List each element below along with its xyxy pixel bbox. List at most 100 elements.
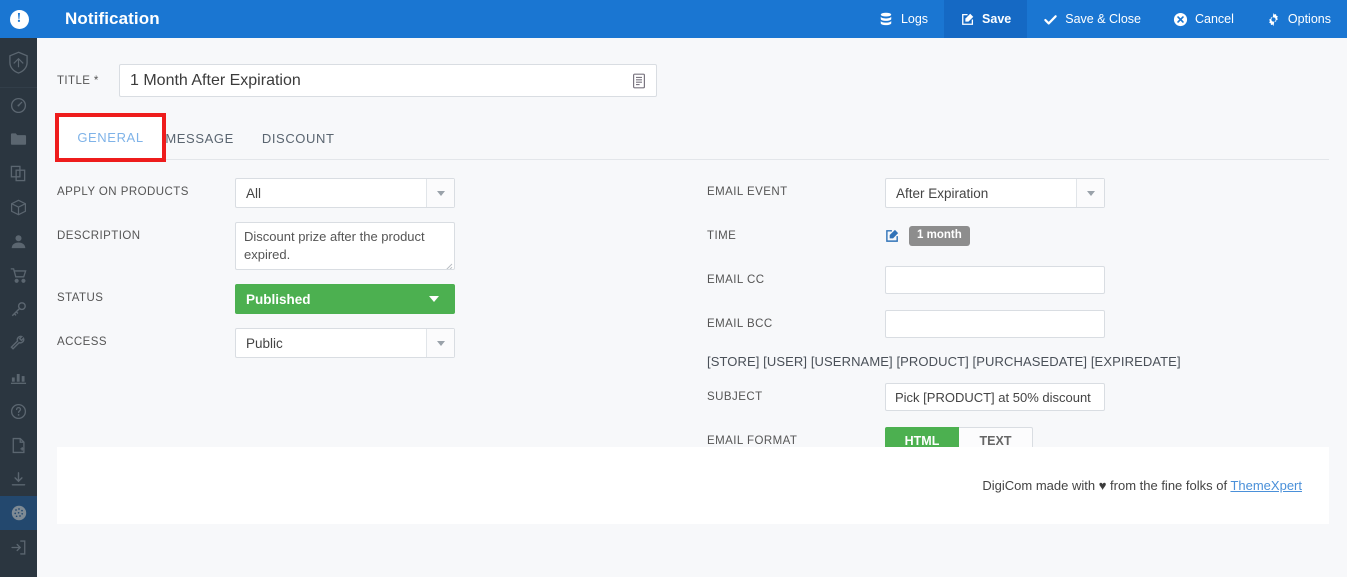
title-input-value: 1 Month After Expiration [120,72,301,90]
page-plus-icon [11,437,27,454]
email-event-value: After Expiration [896,186,988,201]
sidebar-item-tools[interactable] [0,326,37,360]
chevron-down-icon[interactable] [426,329,454,357]
status-label: STATUS [57,284,235,304]
apply-on-products-select[interactable]: All [235,178,455,208]
article-icon[interactable] [628,70,650,92]
left-sidebar [0,38,37,577]
shield-logo-icon [8,51,29,74]
tab-bar: GENERAL MESSAGE DISCOUNT [57,117,1329,160]
footer-panel: DigiCom made with ♥ from the fine folks … [57,447,1329,524]
sidebar-item-files[interactable] [0,156,37,190]
dashboard-icon [10,97,27,114]
key-icon [10,301,27,318]
field-description: DESCRIPTION Discount prize after the pro… [57,222,657,270]
box-icon [10,199,27,216]
access-select[interactable]: Public [235,328,455,358]
folder-icon [10,131,27,147]
footer-text-middle: from the fine folks of [1106,478,1230,493]
description-label: DESCRIPTION [57,222,235,242]
sidebar-item-reports[interactable] [0,360,37,394]
sidebar-logo[interactable] [0,38,37,88]
field-subject: SUBJECT Pick [PRODUCT] at 50% discount [707,383,1307,413]
status-value: Published [246,292,311,307]
tab-discount[interactable]: DISCOUNT [248,131,349,159]
exclamation-circle-icon: ! [0,0,38,38]
email-bcc-label: EMAIL BCC [707,310,885,330]
close-circle-icon [1173,12,1188,27]
footer-credit: DigiCom made with ♥ from the fine folks … [982,478,1329,493]
logout-icon [10,539,27,556]
placeholder-tokens: [STORE] [USER] [USERNAME] [PRODUCT] [PUR… [707,354,1307,369]
download-icon [10,471,27,488]
sidebar-item-orders[interactable] [0,258,37,292]
apply-on-products-value: All [246,186,261,201]
sidebar-item-downloads[interactable] [0,462,37,496]
page-title: Notification [65,9,160,29]
field-email-cc: EMAIL CC [707,266,1307,296]
header-toolbar: Logs Save Save & Close [863,0,1347,38]
sidebar-item-customers[interactable] [0,224,37,258]
toolbar-logs-label: Logs [901,12,928,26]
cart-icon [10,267,28,284]
email-cc-label: EMAIL CC [707,266,885,286]
email-event-select[interactable]: After Expiration [885,178,1105,208]
sidebar-item-licenses[interactable] [0,292,37,326]
toolbar-save-button[interactable]: Save [944,0,1027,38]
footer-text-before: DigiCom made with [982,478,1098,493]
tab-general-label: GENERAL [77,130,143,145]
sidebar-item-new-page[interactable] [0,428,37,462]
email-format-label: EMAIL FORMAT [707,427,885,447]
top-header-bar: ! Notification Logs Save [0,0,1347,38]
toolbar-options-label: Options [1288,12,1331,26]
sidebar-item-folders[interactable] [0,122,37,156]
form-column-left: APPLY ON PRODUCTS All DESCRIPTION Discou… [57,178,657,372]
tab-general-highlight[interactable]: GENERAL [55,113,166,162]
toolbar-cancel-button[interactable]: Cancel [1157,0,1250,38]
user-icon [10,233,27,250]
sidebar-item-logout[interactable] [0,530,37,564]
time-label: TIME [707,222,885,242]
themexpert-link[interactable]: ThemeXpert [1230,478,1302,493]
email-bcc-input[interactable] [885,310,1105,338]
sidebar-item-dashboard[interactable] [0,88,37,122]
toolbar-save-close-button[interactable]: Save & Close [1027,0,1157,38]
form-column-right: EMAIL EVENT After Expiration TIME [707,178,1307,471]
sidebar-item-notifications[interactable] [0,496,37,530]
title-label: TITLE * [57,75,119,87]
chevron-down-icon[interactable] [420,285,448,313]
bar-chart-icon [10,369,27,385]
access-label: ACCESS [57,328,235,348]
field-email-bcc: EMAIL BCC [707,310,1307,340]
check-icon [1043,12,1058,27]
subject-input[interactable]: Pick [PRODUCT] at 50% discount [885,383,1105,411]
chevron-down-icon[interactable] [426,179,454,207]
sidebar-item-help[interactable] [0,394,37,428]
edit-square-icon[interactable] [885,228,900,243]
toolbar-options-button[interactable]: Options [1250,0,1347,38]
status-select[interactable]: Published [235,284,455,314]
chevron-down-icon[interactable] [1076,179,1104,207]
email-cc-input[interactable] [885,266,1105,294]
circle-dot-icon [10,504,28,522]
gear-icon [1266,12,1281,27]
access-value: Public [246,336,283,351]
toolbar-cancel-label: Cancel [1195,12,1234,26]
toolbar-save-label: Save [982,12,1011,26]
field-access: ACCESS Public [57,328,657,358]
description-value: Discount prize after the product expired… [244,229,425,262]
toolbar-logs-button[interactable]: Logs [863,0,944,38]
edit-square-icon [960,12,975,27]
field-time: TIME 1 month [707,222,1307,252]
toolbar-save-close-label: Save & Close [1065,12,1141,26]
sidebar-item-products[interactable] [0,190,37,224]
title-input[interactable]: 1 Month After Expiration [119,64,657,97]
title-row: TITLE * 1 Month After Expiration [57,64,657,97]
resize-grip-icon[interactable] [443,258,453,268]
question-icon [10,403,27,420]
database-icon [879,12,894,27]
subject-label: SUBJECT [707,383,885,403]
description-textarea[interactable]: Discount prize after the product expired… [235,222,455,270]
main-content: TITLE * 1 Month After Expiration GENERAL… [37,38,1347,577]
wrench-icon [10,335,27,352]
